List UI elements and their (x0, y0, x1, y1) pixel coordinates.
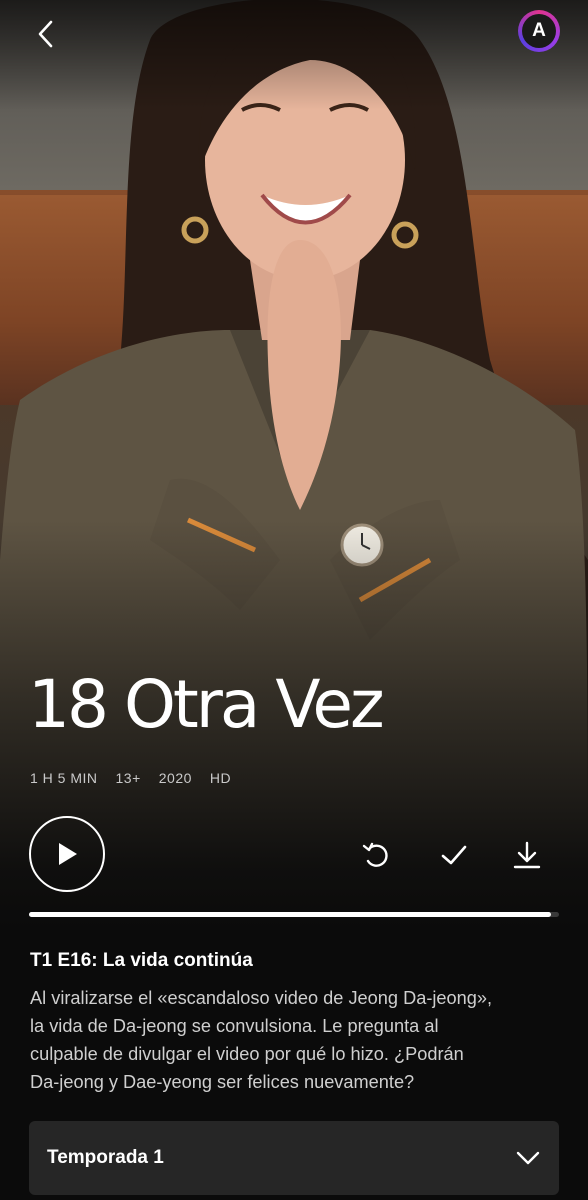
episode-description-line: culpable de divulgar el video por qué lo… (30, 1044, 464, 1064)
watch-progress-bar (29, 912, 559, 917)
back-button[interactable] (26, 14, 66, 54)
show-title: 18 Otra Vez (28, 666, 385, 743)
episode-description: Al viralizarse el «escandaloso video de … (30, 984, 560, 1096)
restart-icon (362, 842, 388, 867)
watch-progress-fill (29, 912, 552, 917)
hero-top-gradient (0, 0, 588, 110)
chevron-down-icon (516, 1151, 540, 1165)
play-button[interactable] (29, 816, 105, 892)
duration-label: 1 H 5 MIN (30, 770, 98, 786)
check-icon (441, 845, 467, 865)
episode-description-line: Al viralizarse el «escandaloso video de … (30, 988, 493, 1008)
rating-label: 13+ (115, 770, 141, 786)
hero-image (0, 0, 588, 930)
season-label: Temporada 1 (47, 1147, 164, 1168)
chevron-left-icon (38, 20, 53, 48)
episode-description-line: la vida de Da-jeong se convulsiona. Le p… (30, 1016, 439, 1036)
play-icon (59, 843, 77, 865)
season-selector[interactable]: Temporada 1 (29, 1121, 559, 1195)
quality-label: HD (209, 770, 232, 786)
episode-title: T1 E16: La vida continúa (30, 950, 253, 971)
add-to-list-button[interactable] (437, 838, 471, 872)
restart-button[interactable] (359, 838, 393, 872)
show-meta: 1 H 5 MIN 13+ 2020 HD (30, 770, 231, 786)
download-icon (513, 841, 541, 869)
download-button[interactable] (510, 838, 544, 872)
episode-description-line: Da-jeong y Dae-yeong ser felices nuevame… (30, 1072, 415, 1092)
profile-avatar-button[interactable]: A (518, 10, 560, 52)
year-label: 2020 (158, 770, 192, 786)
avatar-letter: A (522, 14, 556, 48)
